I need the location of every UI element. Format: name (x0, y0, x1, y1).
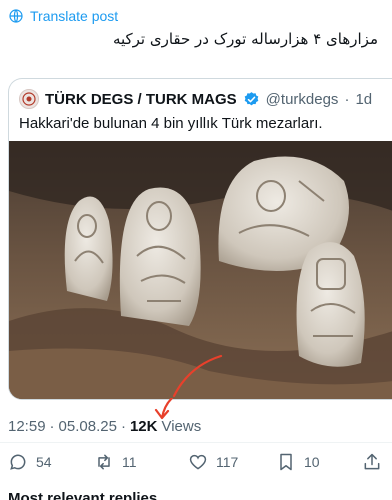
divider (0, 442, 392, 443)
quoted-author-handle[interactable]: @turkdegs (266, 91, 339, 108)
gravestone-4 (296, 242, 365, 367)
like-count: 117 (216, 454, 239, 470)
post-meta: 12:59 · 05.08.25 · 12K Views (8, 418, 201, 435)
repost-button[interactable]: 11 (94, 452, 137, 472)
quoted-post-photo[interactable] (9, 141, 392, 400)
translate-post-label: Translate post (30, 8, 119, 24)
avatar[interactable] (19, 89, 39, 109)
heart-icon (189, 454, 207, 470)
post-text: مزارهای ۴ هزارساله تورک در حقاری ترکیه (112, 30, 378, 48)
like-button[interactable]: 117 (188, 452, 238, 472)
gravestone-1 (64, 196, 113, 301)
repost-count: 11 (122, 454, 137, 470)
dot-separator: · (49, 418, 55, 435)
quoted-post-text: Hakkari'de bulunan 4 bin yıllık Türk mez… (19, 115, 323, 132)
quoted-post[interactable]: TÜRK DEGS / TURK MAGS @turkdegs · 1d Hak… (8, 78, 392, 400)
globe-icon (9, 9, 23, 23)
share-icon (364, 453, 380, 470)
share-button[interactable] (362, 452, 382, 472)
quoted-post-header: TÜRK DEGS / TURK MAGS @turkdegs · 1d (19, 89, 372, 109)
post-time[interactable]: 12:59 (8, 418, 46, 435)
bookmark-count: 10 (304, 454, 320, 470)
repost-icon (98, 454, 110, 470)
gravestone-2 (119, 187, 201, 326)
quoted-post-age: 1d (355, 90, 373, 108)
verified-badge-icon (244, 91, 258, 105)
reply-count: 54 (36, 454, 52, 470)
bookmark-icon (280, 453, 292, 471)
post-date[interactable]: 05.08.25 (59, 418, 117, 435)
translate-post-link[interactable]: Translate post (8, 6, 118, 26)
annotation-arrow-tail (154, 398, 174, 420)
reply-icon (10, 454, 26, 470)
quoted-author-name[interactable]: TÜRK DEGS / TURK MAGS (45, 91, 237, 108)
dot-separator: · (344, 90, 350, 108)
dot-separator: · (120, 418, 126, 435)
emblem-icon (22, 92, 36, 106)
action-bar: 54 11 117 10 (0, 446, 392, 480)
views-count: 12K (129, 418, 158, 435)
reply-button[interactable]: 54 (8, 452, 52, 472)
most-relevant-replies-heading[interactable]: Most relevant replies (8, 490, 157, 500)
bookmark-button[interactable]: 10 (276, 452, 320, 472)
views-label: Views (161, 418, 202, 435)
